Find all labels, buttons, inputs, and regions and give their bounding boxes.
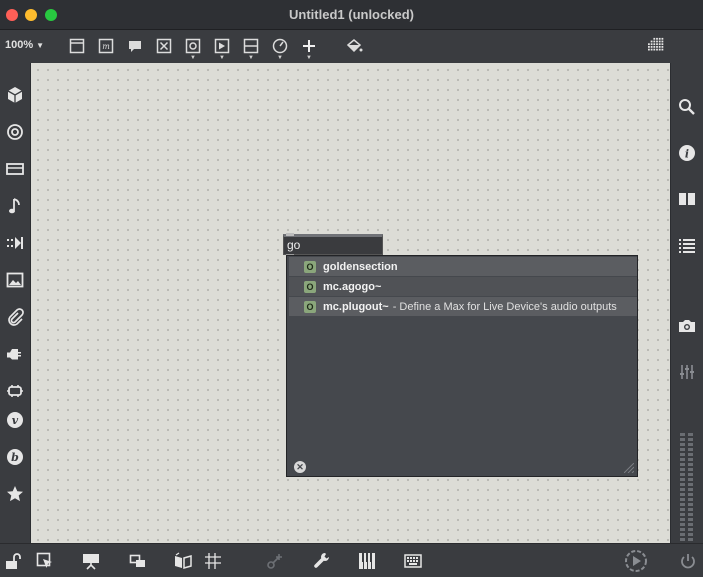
chevron-down-icon: ▼ [36, 41, 45, 50]
sequence-icon[interactable] [5, 233, 25, 253]
bottom-toolbar [0, 543, 703, 577]
button-icon[interactable] [184, 37, 202, 55]
toggle-icon[interactable] [155, 37, 173, 55]
suggestion-item[interactable]: O goldensection [289, 257, 637, 276]
patcher-toolbar: 100% ▼ m ▼ ▼ ▼ ▼ ▼ [0, 30, 703, 63]
comment-icon[interactable] [126, 37, 144, 55]
object-box-text[interactable]: go [287, 238, 300, 252]
chevron-down-icon[interactable]: ▼ [306, 55, 312, 61]
level-meter-left [680, 433, 685, 541]
object-type-badge: O [304, 280, 316, 293]
svg-text:i: i [685, 148, 689, 161]
device-icon[interactable] [5, 159, 25, 179]
message-icon[interactable]: m [97, 37, 115, 55]
power-icon[interactable] [678, 551, 698, 571]
autocomplete-popup: O goldensection O mc.agogo~ O mc.plugout… [286, 255, 638, 477]
presentation-icon[interactable] [81, 551, 101, 571]
star-icon[interactable] [5, 484, 25, 504]
right-sidebar: i [671, 63, 703, 543]
add-icon[interactable] [300, 37, 318, 55]
target-icon[interactable] [5, 122, 25, 142]
suggestion-item[interactable]: O mc.agogo~ [289, 277, 637, 296]
suggestion-description: - Define a Max for Live Device's audio o… [392, 300, 617, 313]
lock-icon[interactable] [3, 551, 23, 571]
presentation-mode-icon[interactable] [68, 37, 86, 55]
svg-text:m: m [102, 42, 110, 51]
chevron-down-icon[interactable]: ▼ [277, 55, 283, 61]
keyboard-piano-icon[interactable] [357, 551, 377, 571]
close-icon[interactable]: ✕ [294, 461, 306, 473]
book-icon[interactable] [677, 189, 697, 209]
paint-bucket-icon[interactable] [345, 37, 363, 55]
resize-handle-icon[interactable] [624, 463, 634, 473]
edit-cursor-icon[interactable] [35, 551, 55, 571]
svg-text:v: v [12, 414, 19, 427]
suggestion-item[interactable]: O mc.plugout~ - Define a Max for Live De… [289, 297, 637, 316]
suggestion-name: goldensection [323, 260, 398, 273]
paperclip-icon[interactable] [5, 307, 25, 327]
chevron-down-icon[interactable]: ▼ [248, 55, 254, 61]
image-icon[interactable] [5, 270, 25, 290]
object-type-badge: O [304, 260, 316, 273]
grid-icon[interactable] [203, 551, 223, 571]
playbar-icon[interactable] [213, 37, 231, 55]
dial-icon[interactable] [271, 37, 289, 55]
computer-keyboard-icon[interactable] [403, 551, 423, 571]
svg-text:b: b [11, 451, 19, 464]
music-note-icon[interactable] [5, 196, 25, 216]
chevron-down-icon[interactable]: ▼ [219, 55, 225, 61]
suggestion-name: mc.plugout~ [323, 300, 389, 313]
title-bar: Untitled1 (unlocked) [0, 0, 703, 30]
audio-on-icon[interactable] [624, 549, 648, 573]
chevron-down-icon[interactable]: ▼ [190, 55, 196, 61]
left-sidebar: v b [0, 63, 30, 543]
bpatcher-icon[interactable]: b [5, 447, 25, 467]
connect-icon[interactable] [265, 551, 285, 571]
plug-icon[interactable] [5, 344, 25, 364]
object-inlet[interactable] [286, 233, 294, 236]
layers-icon[interactable] [128, 551, 148, 571]
wrench-icon[interactable] [312, 551, 332, 571]
slider-icon[interactable] [242, 37, 260, 55]
window-title: Untitled1 (unlocked) [289, 7, 414, 22]
search-icon[interactable] [677, 97, 697, 117]
suggestion-name: mc.agogo~ [323, 280, 382, 293]
object-type-badge: O [304, 300, 316, 313]
list-icon[interactable] [677, 235, 697, 255]
patch-cord-icon[interactable] [5, 381, 25, 401]
zoom-menu[interactable]: 100% ▼ [5, 39, 44, 51]
cube-icon[interactable] [5, 85, 25, 105]
info-icon[interactable]: i [677, 143, 697, 163]
grid-view-icon[interactable] [648, 37, 666, 55]
camera-icon[interactable] [677, 316, 697, 336]
arrange-icon[interactable] [173, 551, 193, 571]
vst-icon[interactable]: v [5, 410, 25, 430]
mixer-icon[interactable] [677, 362, 697, 382]
new-object-box[interactable]: go [283, 233, 383, 256]
zoom-level: 100% [5, 39, 34, 51]
level-meter-right [688, 433, 693, 541]
